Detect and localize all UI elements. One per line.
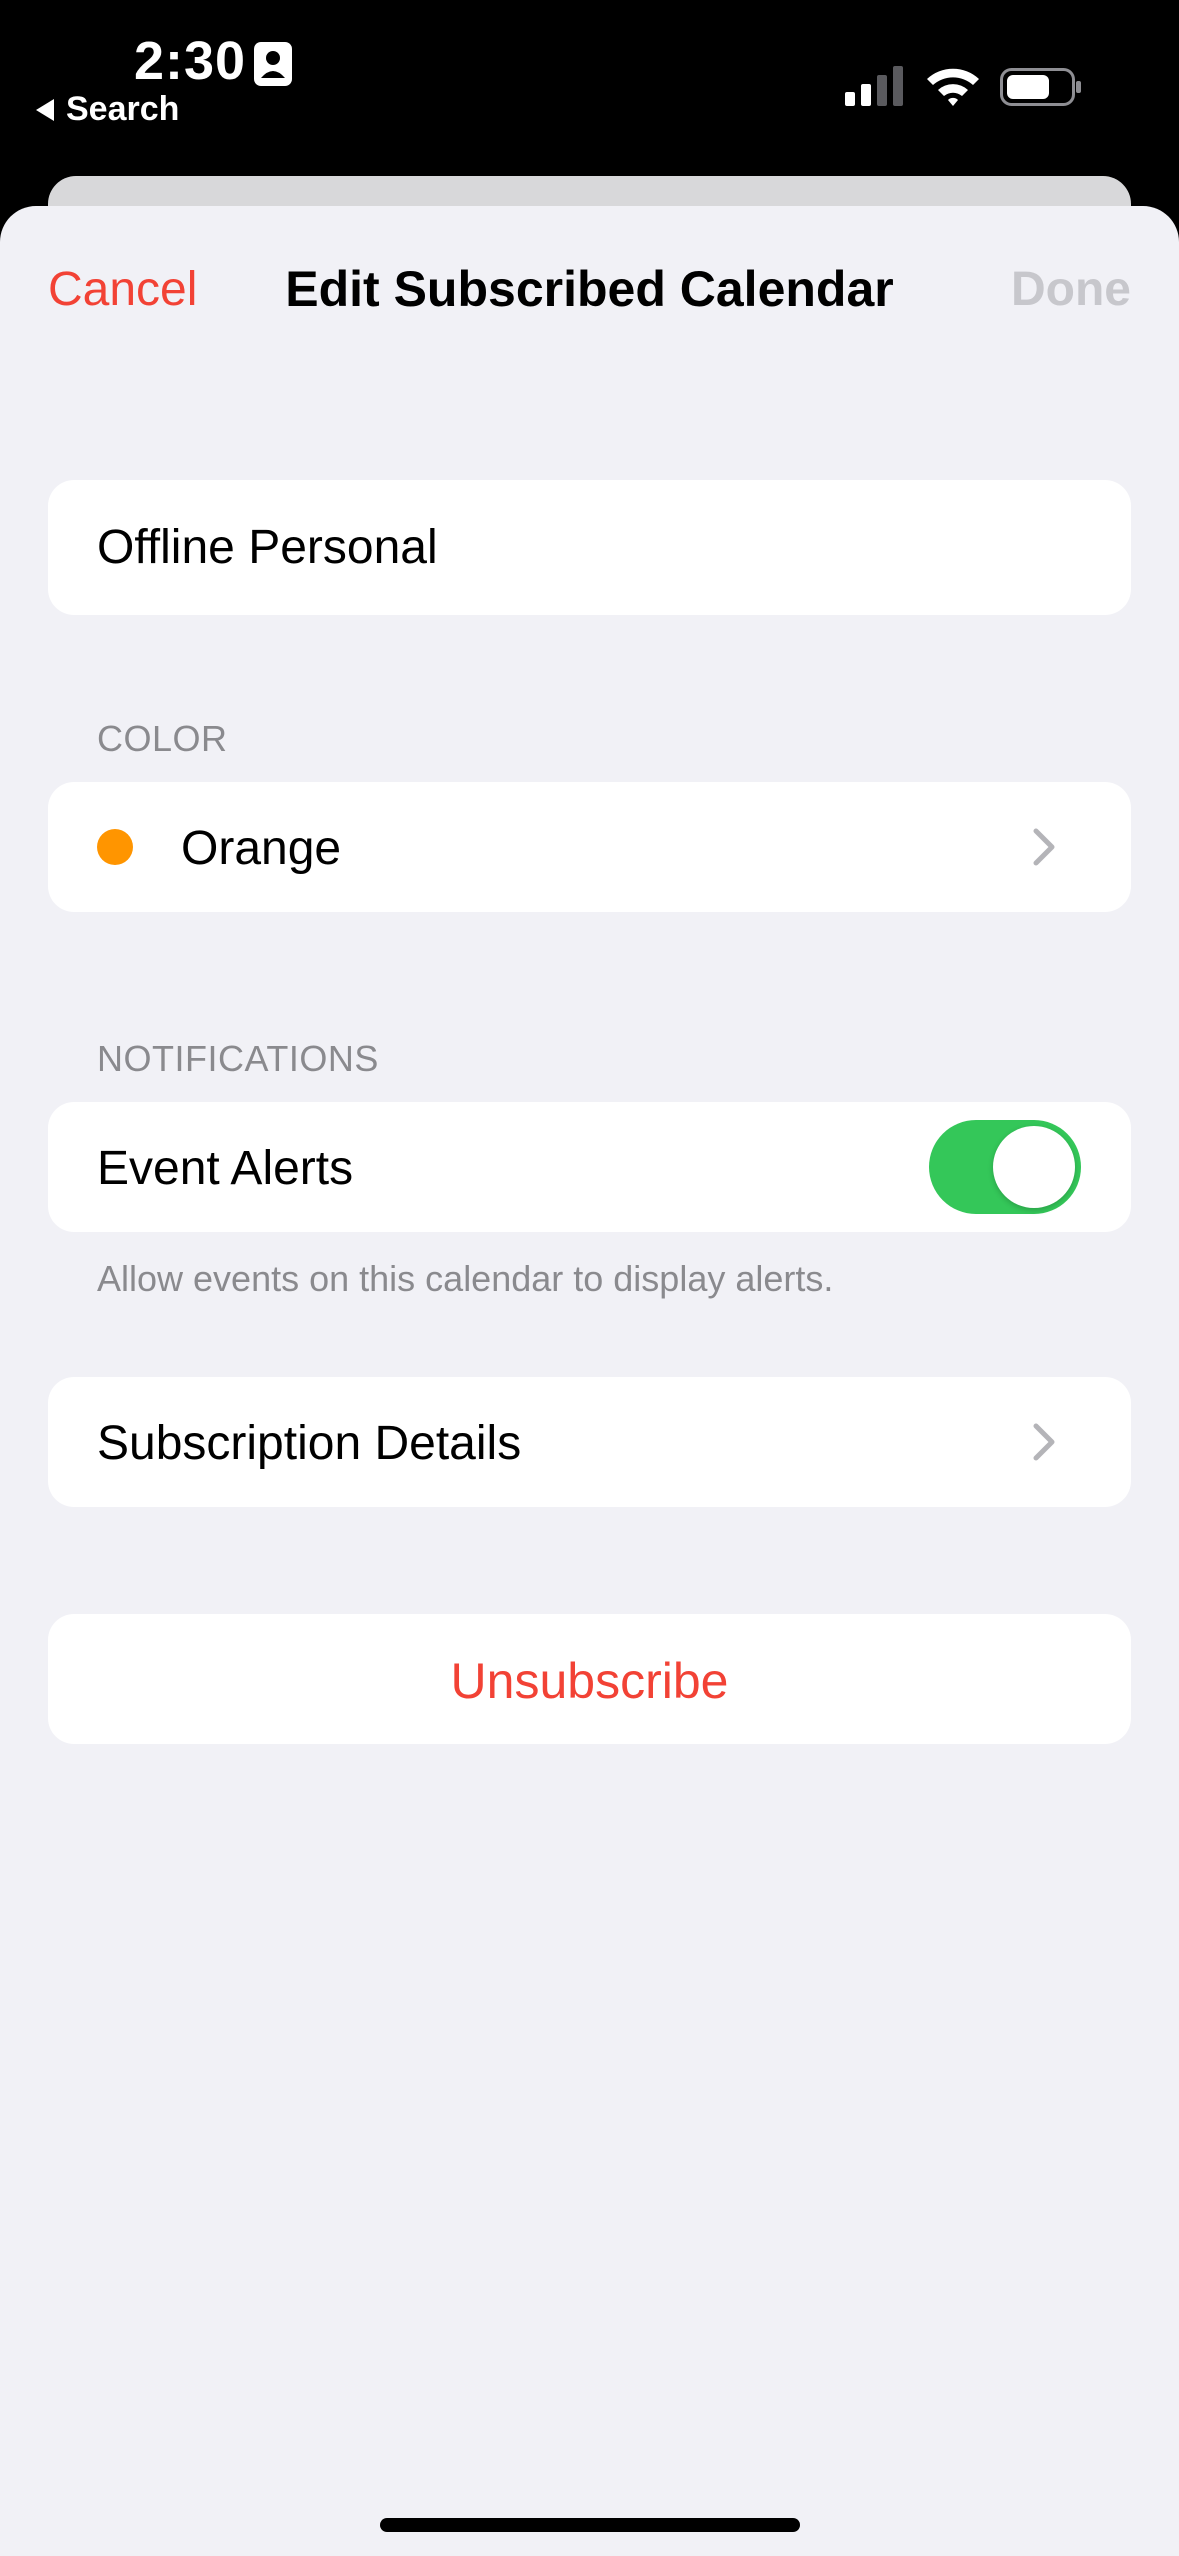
- back-to-search-link[interactable]: Search: [36, 90, 179, 129]
- status-time: 2:30: [134, 31, 247, 91]
- home-indicator[interactable]: [380, 2518, 800, 2532]
- calendar-name-field[interactable]: Offline Personal: [48, 480, 1131, 615]
- cellular-signal-icon: [845, 66, 903, 106]
- back-arrow-icon: [36, 98, 54, 121]
- wifi-icon: [927, 68, 979, 106]
- chevron-right-icon: [1033, 828, 1055, 866]
- event-alerts-toggle[interactable]: [929, 1120, 1081, 1214]
- battery-icon: [1000, 68, 1081, 106]
- subscription-details-label: Subscription Details: [97, 1417, 522, 1470]
- color-name: Orange: [181, 822, 342, 875]
- status-bar: 2:30 Search: [0, 0, 1179, 200]
- back-search-label: Search: [66, 90, 180, 128]
- done-button[interactable]: Done: [1011, 262, 1131, 317]
- event-alerts-row: Event Alerts: [48, 1102, 1131, 1232]
- chevron-right-icon: [1033, 1423, 1055, 1461]
- color-row[interactable]: Orange: [48, 782, 1131, 912]
- unsubscribe-button[interactable]: Unsubscribe: [48, 1614, 1131, 1744]
- color-swatch: [97, 829, 133, 865]
- toggle-knob: [993, 1126, 1075, 1208]
- event-alerts-footer: Allow events on this calendar to display…: [97, 1258, 834, 1299]
- page-title: Edit Subscribed Calendar: [285, 261, 894, 317]
- notifications-section-header: NOTIFICATIONS: [97, 1038, 379, 1079]
- contact-card-icon: [254, 42, 292, 86]
- event-alerts-label: Event Alerts: [97, 1142, 354, 1195]
- calendar-name-value: Offline Personal: [97, 521, 438, 574]
- color-section-header: COLOR: [97, 718, 228, 759]
- subscription-details-row[interactable]: Subscription Details: [48, 1377, 1131, 1507]
- unsubscribe-label: Unsubscribe: [450, 1653, 729, 1709]
